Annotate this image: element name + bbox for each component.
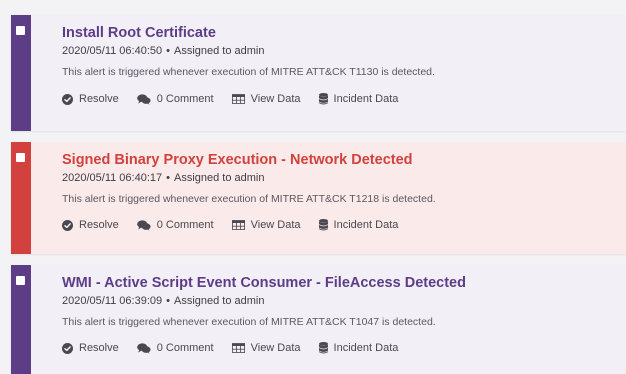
alert-card[interactable]: Install Root Certificate 2020/05/11 06:4… <box>11 15 626 131</box>
database-icon <box>318 342 328 354</box>
check-circle-icon <box>62 219 73 231</box>
alert-assignee: Assigned to admin <box>173 295 265 307</box>
alert-timestamp: 2020/05/11 06:39:09 <box>62 295 163 307</box>
view-data-label: View Data <box>250 219 301 231</box>
resolve-label: Resolve <box>79 219 119 231</box>
meta-separator: • <box>166 172 170 184</box>
alert-actions: Resolve 0 Comment View Data Incident Dat… <box>62 93 435 105</box>
view-data-button[interactable]: View Data <box>231 219 301 231</box>
alert-content: Signed Binary Proxy Execution - Network … <box>31 142 436 254</box>
severity-stripe <box>11 142 31 254</box>
resolve-button[interactable]: Resolve <box>62 93 119 105</box>
alert-meta: 2020/05/11 06:40:17 • Assigned to admin <box>62 172 436 185</box>
alert-assignee: Assigned to admin <box>173 172 265 184</box>
comments-icon <box>136 219 151 231</box>
comments-icon <box>136 93 151 105</box>
comments-icon <box>136 342 151 354</box>
select-checkbox[interactable] <box>16 153 25 162</box>
view-data-button[interactable]: View Data <box>231 93 301 105</box>
check-circle-icon <box>62 93 73 105</box>
resolve-button[interactable]: Resolve <box>62 342 119 354</box>
alert-description: This alert is triggered whenever executi… <box>62 66 435 78</box>
alert-content: Install Root Certificate 2020/05/11 06:4… <box>31 15 435 131</box>
comment-button[interactable]: 0 Comment <box>136 342 214 354</box>
select-checkbox[interactable] <box>16 276 25 285</box>
alert-list: Install Root Certificate 2020/05/11 06:4… <box>11 0 626 374</box>
alert-description: This alert is triggered whenever executi… <box>62 193 436 205</box>
severity-stripe <box>11 15 31 131</box>
comment-count: 0 Comment <box>156 219 214 231</box>
view-data-button[interactable]: View Data <box>231 342 301 354</box>
alerts-page: Install Root Certificate 2020/05/11 06:4… <box>0 0 626 374</box>
incident-data-label: Incident Data <box>333 342 399 354</box>
meta-separator: • <box>166 295 170 307</box>
comment-button[interactable]: 0 Comment <box>136 93 214 105</box>
database-icon <box>318 93 328 105</box>
alert-title[interactable]: WMI - Active Script Event Consumer - Fil… <box>62 275 466 292</box>
alert-timestamp: 2020/05/11 06:40:17 <box>62 172 163 184</box>
incident-data-button[interactable]: Incident Data <box>318 219 399 231</box>
alert-title[interactable]: Install Root Certificate <box>62 25 435 42</box>
incident-data-button[interactable]: Incident Data <box>318 93 399 105</box>
select-checkbox[interactable] <box>16 26 25 35</box>
comment-count: 0 Comment <box>156 342 214 354</box>
alert-meta: 2020/05/11 06:40:50 • Assigned to admin <box>62 45 435 58</box>
alert-card[interactable]: Signed Binary Proxy Execution - Network … <box>11 142 626 254</box>
table-icon <box>231 220 245 230</box>
resolve-label: Resolve <box>79 342 119 354</box>
incident-data-label: Incident Data <box>333 93 399 105</box>
view-data-label: View Data <box>250 93 301 105</box>
incident-data-button[interactable]: Incident Data <box>318 342 399 354</box>
resolve-label: Resolve <box>79 93 119 105</box>
table-icon <box>231 343 245 353</box>
comment-count: 0 Comment <box>156 93 214 105</box>
severity-stripe <box>11 265 31 374</box>
alert-timestamp: 2020/05/11 06:40:50 <box>62 45 163 57</box>
database-icon <box>318 219 328 231</box>
alert-actions: Resolve 0 Comment View Data Incident Dat… <box>62 219 436 231</box>
comment-button[interactable]: 0 Comment <box>136 219 214 231</box>
alert-card[interactable]: WMI - Active Script Event Consumer - Fil… <box>11 265 626 374</box>
check-circle-icon <box>62 342 73 354</box>
alert-title[interactable]: Signed Binary Proxy Execution - Network … <box>62 152 436 169</box>
alert-meta: 2020/05/11 06:39:09 • Assigned to admin <box>62 295 466 308</box>
view-data-label: View Data <box>250 342 301 354</box>
alert-actions: Resolve 0 Comment View Data Incident Dat… <box>62 342 466 354</box>
meta-separator: • <box>166 45 170 57</box>
alert-assignee: Assigned to admin <box>173 45 265 57</box>
alert-description: This alert is triggered whenever executi… <box>62 316 436 328</box>
table-icon <box>231 94 245 104</box>
resolve-button[interactable]: Resolve <box>62 219 119 231</box>
alert-content: WMI - Active Script Event Consumer - Fil… <box>31 265 466 374</box>
incident-data-label: Incident Data <box>333 219 399 231</box>
